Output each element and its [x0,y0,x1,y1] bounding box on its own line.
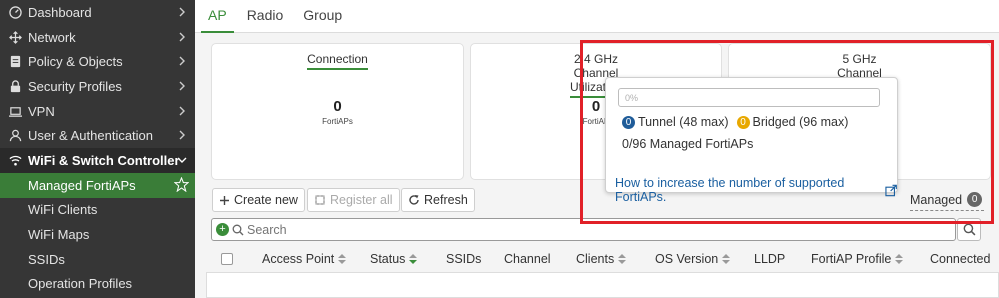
sort-icon [409,254,418,264]
refresh-label: Refresh [424,193,468,207]
sidebar-item-label: Managed FortiAPs [28,177,136,193]
table-body [206,272,999,298]
register-all-button[interactable]: Register all [307,188,400,212]
tab-bar: AP Radio Group [195,0,999,33]
column-ssids[interactable]: SSIDs [446,252,481,266]
sidebar-item-label: WiFi Clients [28,202,98,218]
capacity-progress-text: 0% [625,93,639,103]
sort-icon [618,254,627,264]
sidebar-item-label: Security Profiles [28,78,122,94]
sidebar: Dashboard Network Policy & Objects Secur… [0,0,195,298]
sort-icon [722,254,731,264]
sidebar-item-label: SSIDs [28,251,65,267]
fortiap-capacity-tooltip: 0% 0 Tunnel (48 max) 0 Bridged (96 max) … [605,77,898,204]
managed-count-badge: 0 [967,192,983,207]
sidebar-subitem-operation-profiles[interactable]: Operation Profiles [0,272,195,297]
create-new-label: Create new [234,193,298,207]
register-icon [315,195,325,205]
connection-unit: FortiAPs [322,117,353,126]
plus-icon [220,195,229,205]
select-all-checkbox[interactable] [221,253,233,265]
sidebar-item-label: Operation Profiles [28,276,133,292]
sidebar-subitem-wifi-clients[interactable]: WiFi Clients [0,198,195,223]
card-5ghz-line1: 5 GHz [842,52,877,66]
increase-fortiaps-link-text: How to increase the number of supported … [615,176,845,204]
column-fortiap-profile[interactable]: FortiAP Profile [811,252,904,266]
connection-count: 0 [333,98,342,115]
tunnel-count-badge: 0 [622,115,635,129]
sidebar-item-vpn[interactable]: VPN [0,99,195,124]
register-all-label: Register all [330,193,393,207]
dashboard-icon [8,5,22,19]
external-link-icon [885,184,897,196]
sidebar-subitem-ssids[interactable]: SSIDs [0,247,195,272]
sidebar-item-label: User & Authentication [28,128,154,144]
tab-group[interactable]: Group [296,0,355,32]
sidebar-item-network[interactable]: Network [0,25,195,50]
increase-fortiaps-link[interactable]: How to increase the number of supported … [615,176,897,204]
card-24ghz-line1: 2.4 GHz [573,52,618,66]
sidebar-item-security-profiles[interactable]: Security Profiles [0,74,195,99]
sidebar-item-label: WiFi Maps [28,227,90,243]
chevron-right-icon [179,7,185,17]
create-new-button[interactable]: Create new [212,188,305,212]
bridged-label: Bridged (96 max) [752,115,849,129]
tab-ap[interactable]: AP [201,0,240,33]
search-button[interactable] [957,218,981,241]
sidebar-item-user-authentication[interactable]: User & Authentication [0,123,195,148]
network-icon [8,30,22,44]
bridged-count-badge: 0 [736,115,750,129]
laptop-icon [8,104,22,118]
lock-icon [8,79,22,93]
search-icon [232,224,244,235]
managed-filter-label: Managed [910,192,963,207]
policy-icon [8,55,22,69]
sidebar-item-label: Policy & Objects [28,54,123,70]
column-status[interactable]: Status [370,252,418,266]
table-header: Access Point Status SSIDs Channel Client… [211,248,999,270]
sidebar-item-label: Network [28,29,76,45]
search-icon [963,223,975,236]
connection-card[interactable]: Connection 0 FortiAPs [211,43,464,180]
search-input[interactable] [247,222,897,237]
sidebar-item-label: WiFi & Switch Controller [28,152,180,168]
add-filter-icon[interactable]: + [216,223,229,236]
column-channel[interactable]: Channel [504,252,551,266]
sidebar-item-label: VPN [28,103,55,119]
connection-card-title: Connection [307,52,368,70]
sort-icon [338,254,347,264]
chevron-down-icon [177,157,187,164]
chevron-right-icon [179,81,185,91]
refresh-icon [409,195,419,205]
column-clients[interactable]: Clients [576,252,627,266]
chevron-right-icon [179,56,185,66]
chevron-right-icon [179,32,185,42]
chevron-right-icon [179,130,185,140]
column-lldp[interactable]: LLDP [754,252,785,266]
capacity-progress-bar: 0% [618,88,880,107]
tunnel-label: Tunnel (48 max) [638,115,729,129]
column-access-point[interactable]: Access Point [262,252,347,266]
star-icon[interactable] [174,176,189,192]
tab-radio[interactable]: Radio [240,0,297,32]
wifi-icon [8,153,22,167]
managed-filter[interactable]: Managed 0 [910,192,984,211]
chevron-right-icon [179,106,185,116]
sidebar-item-policy-objects[interactable]: Policy & Objects [0,49,195,74]
column-os-version[interactable]: OS Version [655,252,731,266]
column-connected[interactable]: Connected [930,252,990,266]
sidebar-item-wifi-switch-controller[interactable]: WiFi & Switch Controller [0,148,195,173]
capacity-legend: 0 Tunnel (48 max) 0 Bridged (96 max) [622,115,848,129]
sidebar-subitem-managed-fortiaps[interactable]: Managed FortiAPs [0,172,195,198]
sort-icon [895,254,904,264]
search-bar: + [211,218,956,241]
sidebar-subitem-wifi-maps[interactable]: WiFi Maps [0,222,195,247]
user-icon [8,129,22,143]
sidebar-item-label: Dashboard [28,4,92,20]
sidebar-item-dashboard[interactable]: Dashboard [0,0,195,25]
managed-fortiaps-count: 0/96 Managed FortiAPs [622,137,754,151]
refresh-button[interactable]: Refresh [401,188,475,212]
